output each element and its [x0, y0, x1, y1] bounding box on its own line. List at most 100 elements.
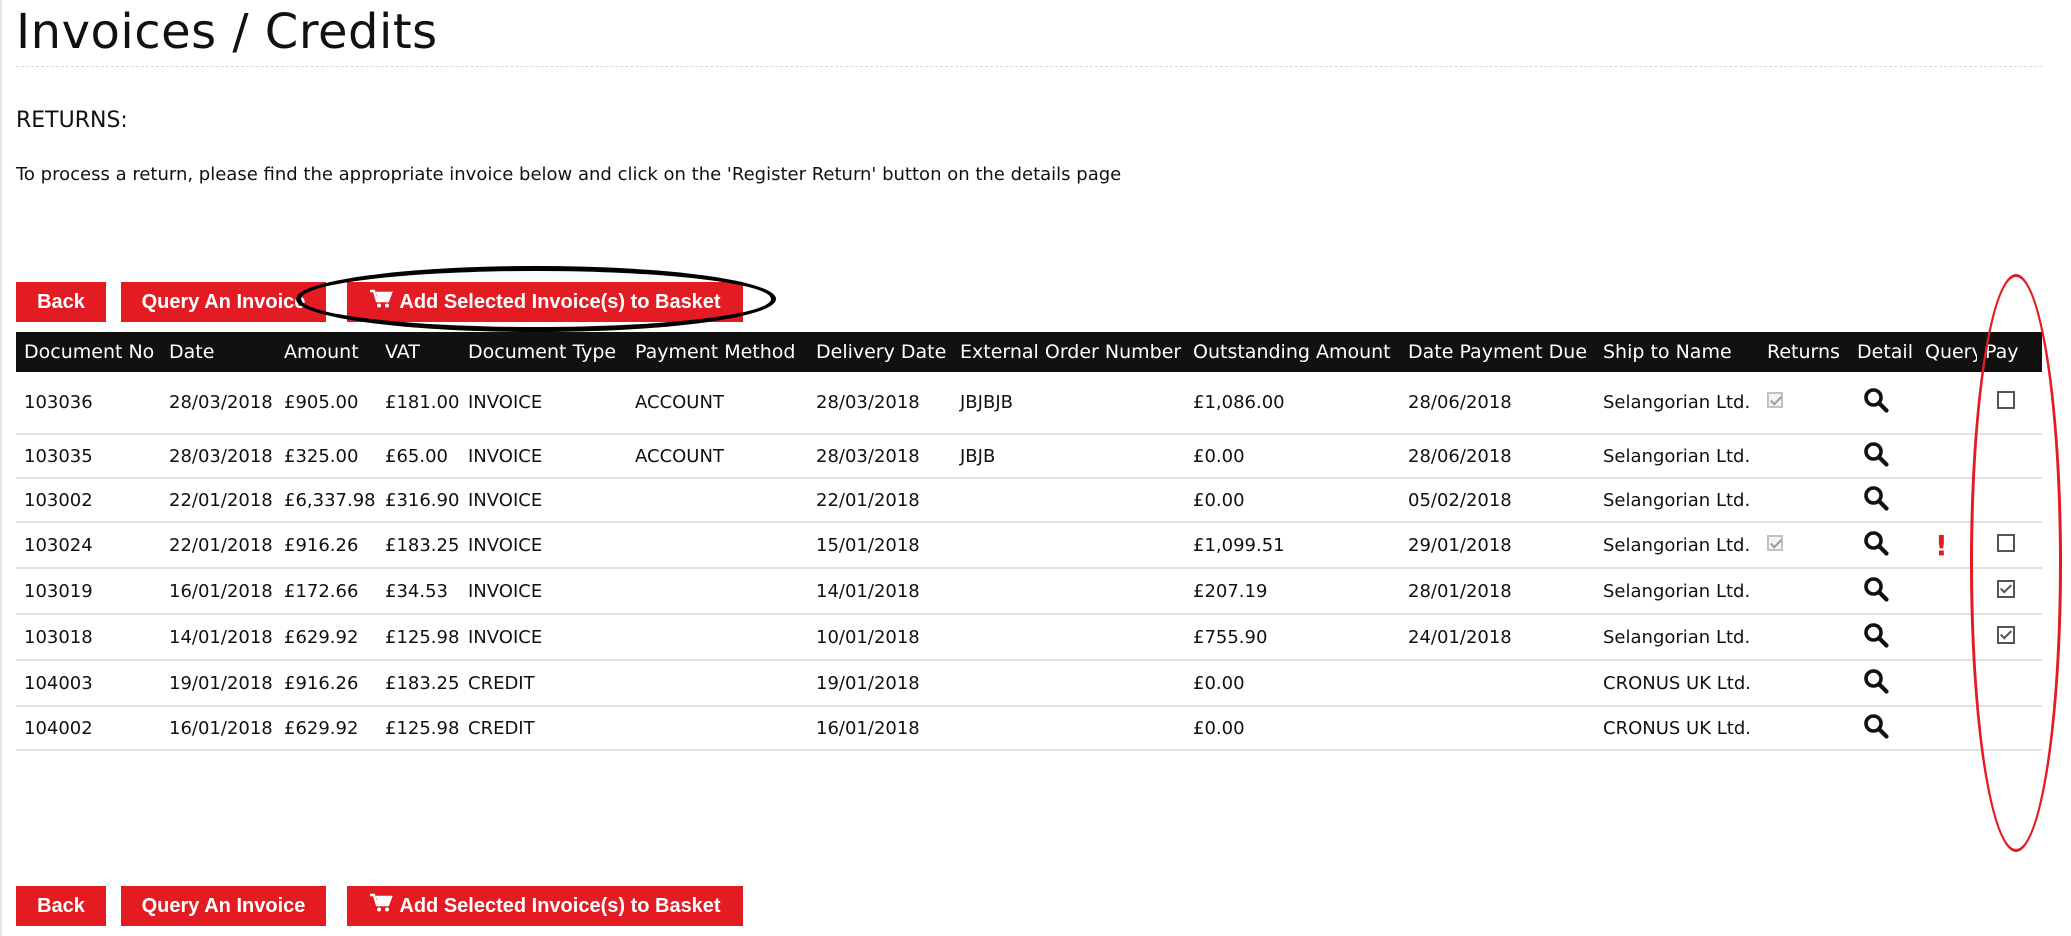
- cell-returns: [1759, 478, 1849, 523]
- table-body: 103036 28/03/2018 £905.00 £181.00 INVOICE ACC…: [16, 372, 2042, 751]
- cell-document-no: 104002: [16, 706, 161, 751]
- column-header: Document Type: [460, 332, 627, 372]
- back-button-top[interactable]: Back: [16, 282, 106, 322]
- add-to-basket-button-top[interactable]: Add Selected Invoice(s) to Basket: [347, 282, 743, 322]
- back-button-label: Back: [37, 894, 85, 917]
- pay-checkbox[interactable]: [1997, 533, 2015, 552]
- cell-detail: [1849, 372, 1917, 435]
- pay-checkbox[interactable]: [1997, 579, 2015, 598]
- pay-checkbox[interactable]: [1997, 391, 2015, 409]
- pay-checkbox[interactable]: [1997, 625, 2015, 644]
- column-header: Returns: [1759, 332, 1849, 372]
- column-header: Ship to Name: [1595, 332, 1759, 372]
- cell-document-no: 103002: [16, 478, 161, 523]
- cell-delivery-date: 15/01/2018: [808, 522, 952, 569]
- cell-detail: [1849, 478, 1917, 523]
- cell-delivery-date: 28/03/2018: [808, 372, 952, 435]
- cell-external-order-number: [952, 614, 1185, 661]
- cell-amount: £905.00: [276, 372, 377, 435]
- cell-query: [1917, 660, 1977, 707]
- cell-date: 22/01/2018: [161, 522, 276, 569]
- cell-date: 19/01/2018: [161, 660, 276, 707]
- cell-amount: £629.92: [276, 706, 377, 751]
- cell-date: 16/01/2018: [161, 568, 276, 615]
- cell-query: [1917, 478, 1977, 523]
- cell-payment-method: [627, 522, 808, 569]
- cell-date: 22/01/2018: [161, 478, 276, 523]
- table-header-row: Document No Date Amount VAT Document Type Pay…: [16, 332, 2042, 372]
- cell-delivery-date: 10/01/2018: [808, 614, 952, 661]
- cell-pay: [1977, 434, 2042, 479]
- column-header: VAT: [377, 332, 460, 372]
- cell-amount: £916.26: [276, 522, 377, 569]
- cell-date-payment-due: 05/02/2018: [1400, 478, 1595, 523]
- column-header: Document No: [16, 332, 161, 372]
- cell-date-payment-due: [1400, 660, 1595, 707]
- add-to-basket-button-bottom[interactable]: Add Selected Invoice(s) to Basket: [347, 886, 743, 926]
- cell-document-type: CREDIT: [460, 706, 627, 751]
- cell-delivery-date: 22/01/2018: [808, 478, 952, 523]
- cell-document-no: 103035: [16, 434, 161, 479]
- magnifier-icon[interactable]: [1863, 530, 1889, 561]
- cell-vat: £125.98: [377, 706, 460, 751]
- cell-returns: [1759, 706, 1849, 751]
- magnifier-icon[interactable]: [1863, 622, 1889, 653]
- cell-date-payment-due: 28/06/2018: [1400, 372, 1595, 435]
- column-header: Amount: [276, 332, 377, 372]
- shopping-cart-icon: [369, 289, 394, 315]
- magnifier-icon[interactable]: [1863, 485, 1889, 516]
- cell-date: 28/03/2018: [161, 434, 276, 479]
- query-button-label: Query An Invoice: [141, 290, 306, 313]
- magnifier-icon[interactable]: [1863, 441, 1889, 472]
- cell-pay: [1977, 706, 2042, 751]
- cell-outstanding-amount: £207.19: [1185, 568, 1400, 615]
- page-title: Invoices / Credits: [16, 4, 438, 60]
- back-button-bottom[interactable]: Back: [16, 886, 106, 926]
- column-header: Outstanding Amount: [1185, 332, 1400, 372]
- query-invoice-button-top[interactable]: Query An Invoice: [121, 282, 326, 322]
- cell-amount: £916.26: [276, 660, 377, 707]
- cell-date-payment-due: 28/01/2018: [1400, 568, 1595, 615]
- returns-instructions: To process a return, please find the app…: [16, 164, 1122, 185]
- column-header: Query: [1917, 332, 1977, 372]
- cell-document-type: CREDIT: [460, 660, 627, 707]
- cell-pay: [1977, 372, 2042, 435]
- table-row: 104002 16/01/2018 £629.92 £125.98 CREDIT 16/0…: [16, 706, 2042, 751]
- cell-pay: [1977, 522, 2042, 569]
- cell-ship-to-name: CRONUS UK Ltd.: [1595, 706, 1759, 751]
- cell-detail: [1849, 660, 1917, 707]
- cell-detail: [1849, 434, 1917, 479]
- table-row: 103035 28/03/2018 £325.00 £65.00 INVOICE ACCO…: [16, 434, 2042, 479]
- cell-amount: £629.92: [276, 614, 377, 661]
- cell-document-no: 103024: [16, 522, 161, 569]
- cell-payment-method: [627, 478, 808, 523]
- add-to-basket-label: Add Selected Invoice(s) to Basket: [399, 290, 721, 313]
- cell-vat: £183.25: [377, 660, 460, 707]
- cell-ship-to-name: Selangorian Ltd.: [1595, 522, 1759, 569]
- cell-detail: [1849, 568, 1917, 615]
- magnifier-icon[interactable]: [1863, 713, 1889, 744]
- query-invoice-button-bottom[interactable]: Query An Invoice: [121, 886, 326, 926]
- cell-external-order-number: [952, 522, 1185, 569]
- cell-query: [1917, 434, 1977, 479]
- table-row: 103018 14/01/2018 £629.92 £125.98 INVOICE 10/…: [16, 614, 2042, 661]
- exclamation-icon[interactable]: !: [1935, 529, 1948, 562]
- cell-outstanding-amount: £1,086.00: [1185, 372, 1400, 435]
- cell-payment-method: [627, 660, 808, 707]
- magnifier-icon[interactable]: [1863, 387, 1889, 418]
- column-header: Payment Method: [627, 332, 808, 372]
- cell-amount: £6,337.98: [276, 478, 377, 523]
- table-row: 103002 22/01/2018 £6,337.98 £316.90 INVOICE 2…: [16, 478, 2042, 523]
- cell-external-order-number: [952, 660, 1185, 707]
- cell-vat: £183.25: [377, 522, 460, 569]
- returns-checkbox: [1767, 392, 1783, 408]
- cell-payment-method: [627, 614, 808, 661]
- cell-payment-method: ACCOUNT: [627, 434, 808, 479]
- cell-payment-method: ACCOUNT: [627, 372, 808, 435]
- cell-date-payment-due: 28/06/2018: [1400, 434, 1595, 479]
- cell-external-order-number: JBJBJB: [952, 372, 1185, 435]
- magnifier-icon[interactable]: [1863, 576, 1889, 607]
- cell-date: 16/01/2018: [161, 706, 276, 751]
- magnifier-icon[interactable]: [1863, 668, 1889, 699]
- cell-delivery-date: 19/01/2018: [808, 660, 952, 707]
